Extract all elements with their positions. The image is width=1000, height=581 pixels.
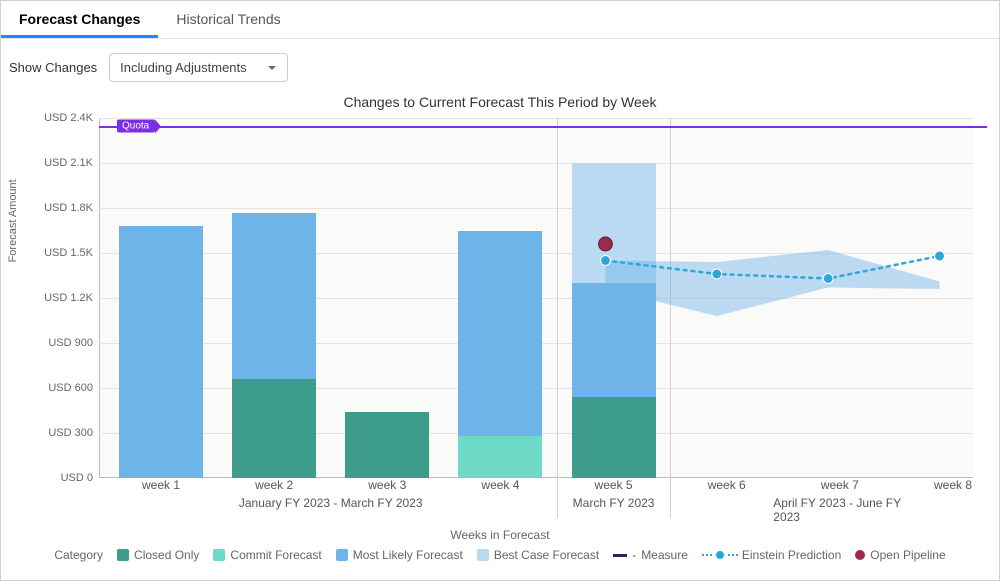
quota-tag: Quota: [117, 119, 155, 132]
quota-line: [99, 126, 987, 128]
dot-einstein-icon: [716, 551, 724, 559]
y-tick: USD 900: [27, 337, 93, 349]
group-separator: [557, 118, 558, 518]
y-tick: USD 300: [27, 427, 93, 439]
tab-forecast-changes[interactable]: Forecast Changes: [1, 1, 158, 38]
chart-title: Changes to Current Forecast This Period …: [13, 94, 987, 110]
y-tick: USD 2.4K: [27, 112, 93, 124]
y-tick: USD 0: [27, 472, 93, 484]
bar-column: [119, 118, 203, 478]
bar-column: [345, 118, 429, 478]
legend-most-likely: Most Likely Forecast: [336, 548, 463, 562]
swatch-bestcase-icon: [477, 549, 489, 561]
bar-seg-bestcase: [572, 163, 656, 283]
x-group-label: January FY 2023 - March FY 2023: [239, 496, 423, 510]
tabs: Forecast Changes Historical Trends: [1, 1, 999, 39]
select-value: Including Adjustments: [120, 60, 246, 75]
x-tick: week 8: [934, 478, 972, 492]
chart: Changes to Current Forecast This Period …: [13, 94, 987, 542]
bar-seg-mostlikely: [572, 283, 656, 397]
x-group-label: March FY 2023: [573, 496, 655, 510]
dot-openpipeline-icon: [855, 550, 865, 560]
legend-best-case: Best Case Forecast: [477, 548, 599, 562]
legend-measure: -Measure: [613, 548, 688, 562]
bar-seg-mostlikely: [232, 213, 316, 380]
x-tick: week 1: [142, 478, 180, 492]
y-axis-label: Forecast Amount: [7, 179, 19, 262]
chevron-down-icon: [267, 63, 277, 73]
x-axis-label: Weeks in Forecast: [13, 528, 987, 542]
x-tick: week 7: [821, 478, 859, 492]
x-tick: week 2: [255, 478, 293, 492]
legend-category-label: Category: [54, 548, 103, 562]
swatch-mostlikely-icon: [336, 549, 348, 561]
x-tick: week 6: [708, 478, 746, 492]
y-tick: USD 1.5K: [27, 247, 93, 259]
y-tick: USD 600: [27, 382, 93, 394]
bar-seg-closed: [572, 397, 656, 478]
swatch-measure-icon: [613, 554, 627, 557]
bar-seg-commit: [458, 436, 542, 478]
controls: Show Changes Including Adjustments: [1, 39, 999, 90]
tab-historical-trends[interactable]: Historical Trends: [158, 1, 298, 38]
legend-commit-forecast: Commit Forecast: [213, 548, 321, 562]
legend: Category Closed Only Commit Forecast Mos…: [1, 542, 999, 570]
x-tick: week 4: [481, 478, 519, 492]
bar-seg-mostlikely: [458, 231, 542, 437]
legend-closed-only: Closed Only: [117, 548, 199, 562]
y-tick: USD 1.8K: [27, 202, 93, 214]
bar-seg-closed: [232, 379, 316, 478]
x-axis: week 1 week 2 week 3 week 4 week 5 week 6 week…: [99, 478, 973, 526]
legend-open-pipeline: Open Pipeline: [855, 548, 945, 562]
y-tick: USD 1.2K: [27, 292, 93, 304]
x-tick: week 3: [368, 478, 406, 492]
bar-column: [232, 118, 316, 478]
bar-seg-closed: [345, 412, 429, 478]
x-tick: week 5: [595, 478, 633, 492]
swatch-closed-icon: [117, 549, 129, 561]
x-group-label: April FY 2023 - June FY 2023: [773, 496, 906, 524]
bar-column: [572, 118, 656, 478]
legend-einstein: Einstein Prediction: [702, 548, 841, 562]
group-separator: [670, 118, 671, 518]
swatch-commit-icon: [213, 549, 225, 561]
show-changes-label: Show Changes: [9, 60, 97, 75]
plot-area: Forecast Amount USD 0USD 300USD 600USD 9…: [99, 118, 973, 478]
bar-column: [458, 118, 542, 478]
y-tick: USD 2.1K: [27, 157, 93, 169]
bar-seg-mostlikely: [119, 226, 203, 478]
show-changes-select[interactable]: Including Adjustments: [109, 53, 287, 82]
